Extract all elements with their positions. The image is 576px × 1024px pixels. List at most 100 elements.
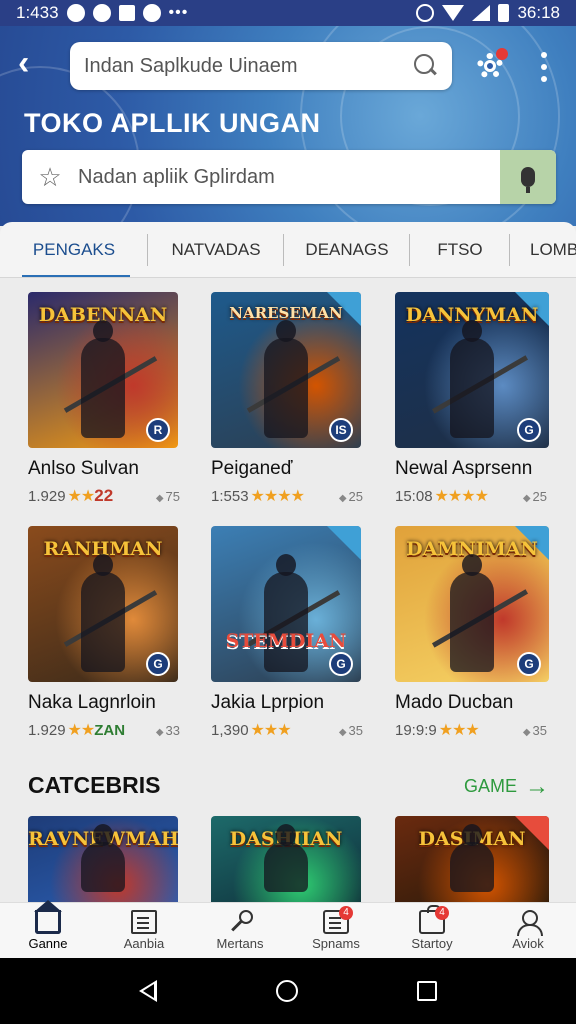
game-meta: 1.929 ★★ ZAN 33: [28, 720, 194, 740]
game-art-figure: [264, 824, 308, 892]
game-badge-icon: G: [517, 652, 541, 676]
arrow-right-icon: →: [525, 772, 550, 800]
download-count: 35: [339, 723, 363, 738]
wifi-icon: [442, 5, 465, 21]
game-badge-icon: G: [517, 418, 541, 442]
categories-see-all-link[interactable]: GAME →: [464, 772, 550, 800]
download-count: 75: [156, 489, 180, 504]
game-thumbnail[interactable]: RANHMAN G: [28, 526, 178, 682]
nav-item-mertans[interactable]: Mertans: [192, 903, 288, 958]
notification-icon: [118, 5, 135, 21]
game-thumbnail[interactable]: DAMNIMAN G: [395, 526, 549, 682]
status-time: 1:433: [16, 3, 59, 22]
game-name: Newal Asprsenn: [395, 458, 533, 479]
nav-item-games[interactable]: Ganne: [0, 900, 96, 958]
game-meta: 1,390 ★★★ 35: [211, 720, 377, 740]
settings-button[interactable]: [474, 48, 508, 82]
nav-item-aanbia[interactable]: Aanbia: [96, 903, 192, 958]
game-card[interactable]: DANNYMAN G Newal Asprsenn 15:08 ★★★★ 25: [395, 292, 561, 506]
active-tab-indicator: [22, 274, 130, 277]
game-name: Anlso Sulvan: [28, 458, 139, 479]
game-badge-icon: IS: [329, 418, 353, 442]
app-search-placeholder: Nadan apliik Gplirdam: [78, 165, 275, 188]
game-name: Mado Ducban: [395, 692, 514, 713]
game-rating: 1.929: [28, 721, 66, 739]
tab-natvadas[interactable]: NATVADAS: [148, 222, 284, 277]
tab-ftso[interactable]: FTSO: [410, 222, 510, 277]
voice-search-button[interactable]: [500, 150, 556, 204]
game-thumbnail[interactable]: DANNYMAN G: [395, 292, 549, 448]
notification-icon: [66, 4, 85, 22]
game-card[interactable]: DAMNIMAN G Mado Ducban 19:9:9 ★★★ 35: [395, 526, 561, 740]
download-count: 25: [339, 489, 363, 504]
game-meta: 15:08 ★★★★ 25: [395, 486, 561, 506]
nav-item-spnams[interactable]: 4 Spnams: [288, 903, 384, 958]
bag-icon: 4: [419, 905, 449, 934]
notification-icon: [142, 4, 161, 22]
category-card[interactable]: DASHIIAN: [211, 816, 377, 902]
game-rating: 1.929: [28, 487, 66, 505]
star-icon: ☆: [38, 161, 62, 192]
app-search-bar[interactable]: ☆ Nadan apliik Gplirdam: [22, 150, 556, 204]
search-icon[interactable]: [414, 54, 438, 78]
star-rating-icon: ★★★★: [250, 488, 305, 505]
categories-title: CATCEBRIS: [28, 772, 161, 798]
game-art-figure: [450, 320, 494, 438]
battery-icon: [498, 4, 510, 22]
system-recents-icon[interactable]: [416, 981, 437, 1001]
game-name: Naka Lagnrloin: [28, 692, 156, 713]
alarm-icon: [416, 4, 435, 22]
category-thumbnail[interactable]: DASIMAN: [395, 816, 549, 902]
corner-ribbon: [327, 526, 361, 560]
signal-icon: [472, 5, 491, 21]
game-art-figure: [450, 824, 494, 892]
category-thumbnail[interactable]: RAVNEWMAH: [28, 816, 178, 902]
category-card[interactable]: DASIMAN: [395, 816, 561, 902]
game-art-figure: [264, 554, 308, 672]
game-thumbnail[interactable]: STEMDIAN G: [211, 526, 361, 682]
game-extra: 22: [94, 486, 114, 505]
nav-item-startoy[interactable]: 4 Startoy: [384, 903, 480, 958]
book-icon: [131, 910, 157, 934]
more-options-button[interactable]: [536, 52, 552, 82]
store-header: ‹ Indan Saplkude Uinaem TOKO APLLIK UNGA…: [0, 26, 576, 226]
tab-lomb[interactable]: LOMB: [510, 222, 576, 277]
game-card[interactable]: STEMDIAN G Jakia Lprpion 1,390 ★★★ 35: [211, 526, 377, 740]
system-back-icon[interactable]: [139, 980, 158, 1002]
game-rating: 1,390: [211, 721, 249, 739]
list-icon: 4: [323, 906, 353, 934]
star-rating-icon: ★★★: [250, 722, 292, 739]
category-card[interactable]: RAVNEWMAH: [28, 816, 194, 902]
game-rating: 19:9:9: [395, 721, 437, 739]
game-meta: 1:553 ★★★★ 25: [211, 486, 377, 506]
game-meta: 1.929 ★★ 22 75: [28, 486, 194, 506]
key-icon: [227, 910, 253, 934]
system-navigation-bar: [0, 958, 576, 1024]
status-bar: 1:433 ••• 36:18: [0, 0, 576, 26]
game-art-figure: [81, 320, 125, 438]
game-name: Jakia Lprpion: [211, 692, 325, 713]
system-home-icon[interactable]: [275, 980, 298, 1002]
tab-pengaks[interactable]: PENGAKS: [0, 222, 148, 277]
microphone-icon: [521, 167, 535, 193]
top-search-placeholder: Indan Saplkude Uinaem: [84, 54, 298, 77]
top-search-bar[interactable]: Indan Saplkude Uinaem: [70, 42, 452, 90]
star-rating-icon: ★★: [67, 488, 96, 505]
game-thumbnail[interactable]: DABENNAN R: [28, 292, 178, 448]
download-count: 35: [523, 723, 547, 738]
game-art-figure: [81, 824, 125, 892]
download-count: 33: [156, 723, 180, 738]
game-art-figure: [81, 554, 125, 672]
back-button[interactable]: ‹: [18, 46, 44, 80]
tab-deanags[interactable]: DEANAGS: [284, 222, 410, 277]
game-card[interactable]: DABENNAN R Anlso Sulvan 1.929 ★★ 22 75: [28, 292, 194, 506]
notification-badge: 4: [435, 906, 449, 920]
chevron-left-icon: ‹: [18, 44, 30, 82]
user-icon: [515, 910, 543, 936]
game-thumbnail[interactable]: NARESEMAN IS: [211, 292, 361, 448]
nav-item-aviok[interactable]: Aviok: [480, 903, 576, 958]
game-name: Peiganeď: [211, 458, 293, 479]
game-card[interactable]: RANHMAN G Naka Lagnrloin 1.929 ★★ ZAN 33: [28, 526, 194, 740]
game-card[interactable]: NARESEMAN IS Peiganeď 1:553 ★★★★ 25: [211, 292, 377, 506]
category-thumbnail[interactable]: DASHIIAN: [211, 816, 361, 902]
